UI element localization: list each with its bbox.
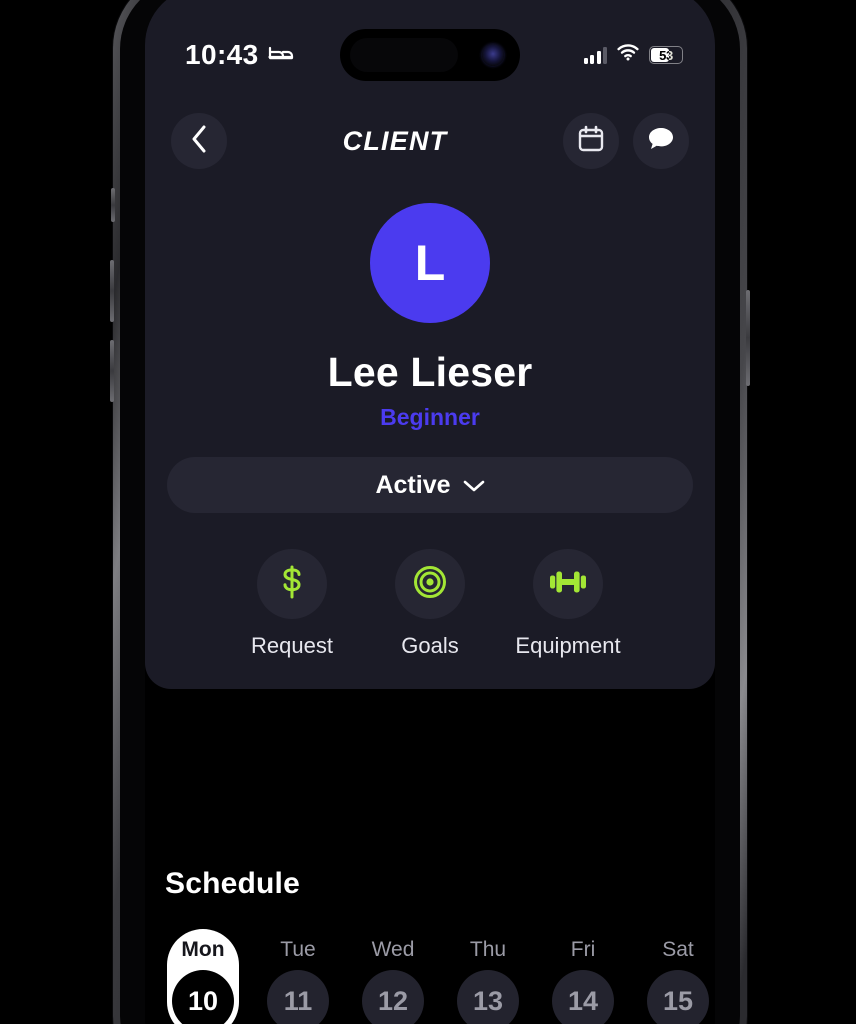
day-pill: Sat 15 bbox=[642, 929, 714, 1024]
day-of-week-label: Wed bbox=[371, 938, 415, 961]
request-icon-circle bbox=[257, 549, 327, 619]
power-button[interactable] bbox=[746, 290, 750, 386]
calendar-icon bbox=[578, 125, 604, 157]
dollar-sign-icon bbox=[277, 565, 307, 604]
front-camera-icon bbox=[482, 44, 504, 66]
screenshot-stage: 10:43 53 CLIENT L Lee Lieser Beginner Ac… bbox=[0, 0, 856, 1024]
action-request[interactable]: Request bbox=[248, 549, 336, 659]
day-pill: Mon 10 bbox=[167, 929, 239, 1024]
page-title: CLIENT bbox=[342, 125, 448, 156]
avatar-initial: L bbox=[414, 235, 446, 291]
action-equipment[interactable]: Equipment bbox=[515, 549, 621, 659]
day-number: 14 bbox=[552, 970, 614, 1024]
wifi-icon bbox=[617, 44, 639, 66]
day-pill: Thu 13 bbox=[452, 929, 524, 1024]
action-request-label: Request bbox=[251, 633, 333, 658]
status-dropdown[interactable]: Active bbox=[167, 457, 693, 513]
day-of-week-label: Tue bbox=[280, 938, 316, 961]
day-number: 12 bbox=[362, 970, 424, 1024]
day-pill: Wed 12 bbox=[357, 929, 429, 1024]
dynamic-island bbox=[340, 29, 520, 81]
day-cell[interactable]: Fri 14 bbox=[547, 929, 619, 1024]
schedule-section: Schedule Mon 10 Tue 11 Wed 12 Thu 13 Fri 14 Sat 15S… bbox=[145, 867, 715, 1024]
chat-bubble-icon bbox=[647, 125, 675, 157]
bed-icon bbox=[268, 44, 294, 67]
day-of-week-label: Sat bbox=[662, 938, 694, 961]
back-button[interactable] bbox=[171, 113, 227, 169]
app-bar: CLIENT bbox=[165, 95, 695, 187]
day-strip[interactable]: Mon10Tue11Wed12Thu13Fri14Sat15Sun16M bbox=[165, 929, 715, 1024]
day-of-week-label: Mon bbox=[181, 938, 225, 961]
battery-icon: 53 bbox=[649, 46, 683, 64]
chevron-down-icon bbox=[463, 471, 485, 500]
equipment-icon-circle bbox=[533, 549, 603, 619]
dumbbell-icon bbox=[549, 567, 587, 602]
app-bar-actions bbox=[562, 113, 689, 169]
day-pill: Fri 14 bbox=[547, 929, 619, 1024]
calendar-button[interactable] bbox=[562, 113, 619, 169]
day-cell[interactable]: Mon 10 bbox=[167, 929, 239, 1024]
action-goals-label: Goals bbox=[401, 633, 459, 658]
client-level-badge: Beginner bbox=[380, 404, 480, 430]
client-name: Lee Lieser bbox=[327, 349, 533, 395]
day-of-week-label: Thu bbox=[469, 938, 507, 961]
battery-percent-label: 53 bbox=[659, 47, 673, 63]
day-number: 15 bbox=[647, 970, 709, 1024]
day-cell[interactable]: Sat 15 bbox=[642, 929, 714, 1024]
status-bar-clock: 10:43 bbox=[185, 39, 259, 70]
status-value: Active bbox=[375, 470, 451, 499]
target-icon bbox=[413, 565, 447, 604]
silent-switch[interactable] bbox=[111, 188, 115, 222]
quick-actions: Request Goals Equipment bbox=[165, 549, 695, 659]
dynamic-island-pill bbox=[350, 38, 458, 72]
schedule-title: Schedule bbox=[165, 867, 300, 900]
action-equipment-label: Equipment bbox=[515, 633, 621, 658]
volume-down-button[interactable] bbox=[110, 340, 114, 402]
day-cell[interactable]: Tue 11 bbox=[262, 929, 334, 1024]
day-of-week-label: Fri bbox=[570, 938, 596, 961]
phone-screen: 10:43 53 CLIENT L Lee Lieser Beginner Ac… bbox=[145, 0, 715, 1024]
profile-card: CLIENT L Lee Lieser Beginner Active Requ… bbox=[145, 95, 715, 689]
day-pill: Tue 11 bbox=[262, 929, 334, 1024]
goals-icon-circle bbox=[395, 549, 465, 619]
chat-button[interactable] bbox=[632, 113, 689, 169]
cellular-signal-icon bbox=[583, 46, 607, 64]
day-number: 13 bbox=[457, 970, 519, 1024]
day-cell[interactable]: Wed 12 bbox=[357, 929, 429, 1024]
chevron-left-icon bbox=[189, 124, 209, 159]
day-number: 10 bbox=[172, 970, 234, 1024]
action-goals[interactable]: Goals bbox=[386, 549, 474, 659]
avatar: L bbox=[370, 203, 490, 323]
day-cell[interactable]: Thu 13 bbox=[452, 929, 524, 1024]
status-bar-right: 53 bbox=[583, 39, 683, 66]
day-number: 11 bbox=[267, 970, 329, 1024]
status-bar-left: 10:43 bbox=[185, 39, 294, 71]
volume-up-button[interactable] bbox=[110, 260, 114, 322]
